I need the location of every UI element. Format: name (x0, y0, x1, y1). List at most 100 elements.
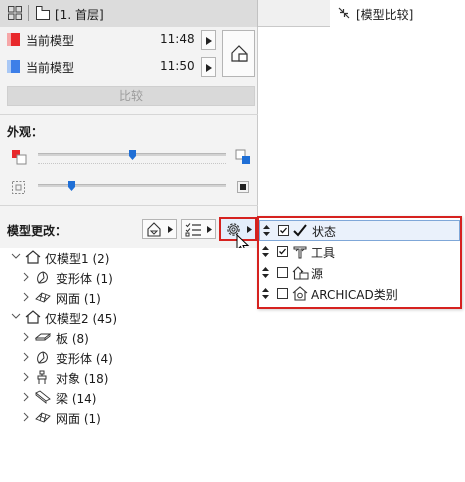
menu-item-source[interactable]: 源 (259, 263, 460, 284)
tab-model-compare-label: [模型比较] (356, 8, 414, 22)
chevron-down-icon (11, 313, 21, 319)
menu-item-tool[interactable]: 工具 (259, 242, 460, 263)
status-checkbox[interactable] (278, 225, 289, 236)
triangle-right-icon (206, 37, 212, 45)
floor-plan-icon (35, 5, 51, 21)
tool-icon (293, 246, 307, 259)
morph-icon (37, 351, 48, 364)
chevron-right-icon (23, 392, 29, 402)
reorder-arrows-icon (262, 288, 269, 299)
mesh-icon (35, 412, 51, 423)
triangle-right-icon (206, 64, 212, 72)
model-2-color-swatch (7, 60, 20, 73)
tree-group-row[interactable]: 仅模型1 (2) (0, 248, 258, 268)
checkbox-check-icon (279, 248, 286, 255)
checkmark-icon (293, 224, 307, 237)
menu-item-label: 工具 (311, 246, 336, 260)
object-icon (37, 370, 47, 384)
chevron-right-icon (23, 272, 29, 282)
source-checkbox[interactable] (277, 267, 288, 278)
model-2-label: 当前模型 (26, 61, 75, 75)
red-overlay-icon (11, 149, 27, 168)
slab-icon (35, 333, 51, 341)
model-options-button[interactable] (222, 30, 255, 77)
tree-item-label: 网面 (1) (56, 412, 101, 426)
tool-checkbox[interactable] (277, 246, 288, 257)
tree-item-row[interactable]: 变形体 (4) (0, 348, 258, 368)
collapse-arrows-icon (338, 7, 350, 19)
tree-item-row[interactable]: 网面 (1) (0, 288, 258, 308)
tab-divider (28, 5, 29, 21)
opacity-slider-thumb[interactable] (68, 180, 76, 191)
reorder-arrows-icon (263, 225, 270, 236)
filter-elements-button[interactable] (142, 219, 177, 239)
tree-item-row[interactable]: 变形体 (1) (0, 268, 258, 288)
appearance-title: 外观： (7, 125, 44, 139)
menu-item-status[interactable]: 状态 (259, 220, 460, 241)
mesh-icon (35, 292, 51, 303)
checkbox-check-icon (280, 227, 287, 234)
menu-item-archicad-class[interactable]: ARCHICAD类别 (259, 284, 460, 305)
morph-icon (37, 271, 48, 284)
slider-tick-marks (38, 163, 226, 164)
chevron-right-icon (23, 412, 29, 422)
triangle-right-icon (207, 226, 212, 233)
tree-item-row[interactable]: 梁 (14) (0, 388, 258, 408)
beam-icon (35, 390, 51, 404)
section-divider (0, 114, 258, 115)
opacity-slider-track[interactable] (38, 184, 226, 187)
model-row-2: 当前模型 11:50 (0, 54, 258, 80)
menu-item-label: 源 (311, 267, 324, 281)
model-2-select-button[interactable] (201, 57, 216, 77)
model-1-color-swatch (7, 33, 20, 46)
tree-item-label: 对象 (18) (56, 372, 109, 386)
archicad-class-checkbox[interactable] (277, 288, 288, 299)
chevron-right-icon (23, 352, 29, 362)
house-icon (25, 310, 41, 324)
solid-square-icon (237, 181, 249, 196)
reorder-arrows-icon (262, 267, 269, 278)
house-icon (25, 250, 41, 264)
menu-item-label: 状态 (312, 225, 337, 239)
chevron-right-icon (23, 372, 29, 382)
compare-button[interactable]: 比较 (7, 86, 255, 106)
model-1-label: 当前模型 (26, 34, 75, 48)
checklist-icon (185, 223, 201, 237)
tree-group-label: 仅模型2 (45) (45, 312, 118, 326)
chevron-right-icon (23, 292, 29, 302)
tree-item-label: 梁 (14) (56, 392, 97, 406)
house-filter-icon (147, 222, 161, 237)
tree-item-row[interactable]: 板 (8) (0, 328, 258, 348)
chevron-right-icon (23, 332, 29, 342)
grid-view-icon[interactable] (8, 6, 22, 20)
tree-group-row[interactable]: 仅模型2 (45) (0, 308, 258, 328)
model-1-time: 11:48 (160, 32, 195, 46)
model-1-select-button[interactable] (201, 30, 216, 50)
model-row-1: 当前模型 11:48 (0, 27, 258, 53)
model-changes-title: 模型更改： (7, 224, 68, 238)
section-divider (0, 205, 258, 206)
menu-item-label: ARCHICAD类别 (311, 288, 398, 302)
column-options-popup: 状态 工具 源 ARCHICAD类别 (257, 216, 462, 309)
blue-overlay-icon (235, 149, 251, 168)
tab-model-compare[interactable]: [模型比较] (330, 0, 465, 27)
tree-item-row[interactable]: 网面 (1) (0, 408, 258, 428)
tree-item-label: 变形体 (1) (56, 272, 113, 286)
changes-tree: 仅模型1 (2) 变形体 (1) 网面 (1) 仅模型2 (45) 板 (8) … (0, 248, 258, 482)
triangle-right-icon (247, 226, 252, 233)
chevron-down-icon (11, 253, 21, 259)
triangle-right-icon (168, 226, 173, 233)
list-options-button[interactable] (181, 219, 216, 239)
classification-icon (292, 286, 308, 301)
reorder-arrows-icon (262, 246, 269, 257)
tab-floor-plan-label: [1. 首层] (55, 8, 104, 22)
tree-item-row[interactable]: 对象 (18) (0, 368, 258, 388)
model-2-time: 11:50 (160, 59, 195, 73)
color-blend-slider-thumb[interactable] (128, 149, 136, 160)
model-compare-panel: 当前模型 11:48 当前模型 11:50 比较 外观： 模型更改： 仅模型1 … (0, 27, 258, 482)
tree-item-label: 网面 (1) (56, 292, 101, 306)
tree-item-label: 变形体 (4) (56, 352, 113, 366)
tab-floor-plan[interactable]: [1. 首层] (0, 0, 258, 27)
transparent-square-icon (12, 181, 25, 197)
source-icon (292, 266, 309, 280)
